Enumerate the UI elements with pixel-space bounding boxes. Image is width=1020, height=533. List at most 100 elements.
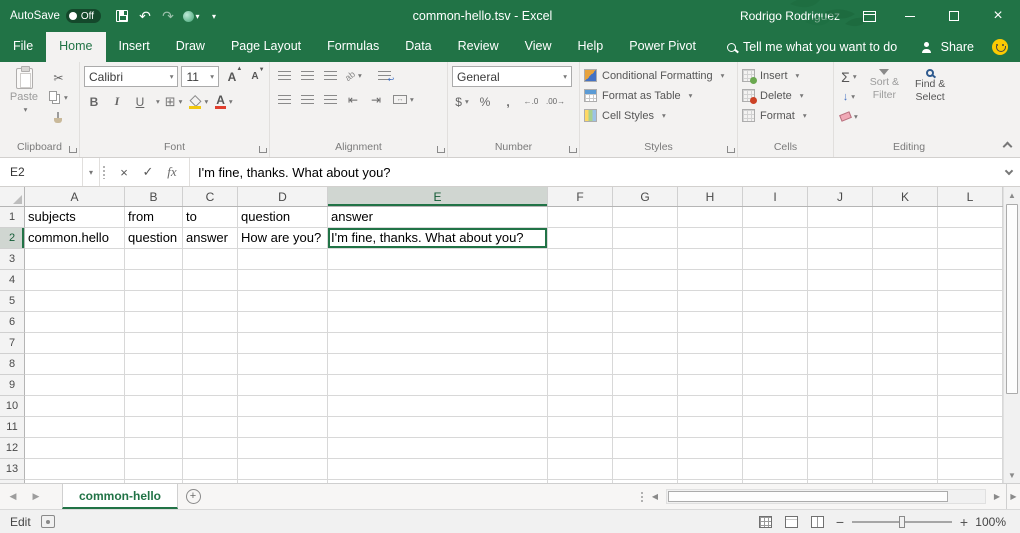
cell-f11[interactable]	[548, 417, 613, 438]
cell-j8[interactable]	[808, 354, 873, 375]
cell-j2[interactable]	[808, 228, 873, 249]
vertical-scrollbar-track[interactable]	[1004, 203, 1020, 467]
autosave-toggle[interactable]: AutoSave Off	[0, 9, 111, 23]
column-header-f[interactable]: F	[548, 187, 613, 206]
cell-f9[interactable]	[548, 375, 613, 396]
cell-k8[interactable]	[873, 354, 938, 375]
cell-j12[interactable]	[808, 438, 873, 459]
cell-l11[interactable]	[938, 417, 1003, 438]
name-box[interactable]: E2 ▾	[0, 158, 100, 186]
sort-filter-button[interactable]: Sort & Filter	[864, 66, 905, 140]
new-sheet-button[interactable]: +	[178, 484, 208, 509]
cell-k3[interactable]	[873, 249, 938, 270]
cell-c6[interactable]	[183, 312, 238, 333]
cell-b10[interactable]	[125, 396, 183, 417]
cell-i7[interactable]	[743, 333, 808, 354]
cell-l1[interactable]	[938, 207, 1003, 228]
cell-i10[interactable]	[743, 396, 808, 417]
cell-c1[interactable]: to	[183, 207, 238, 228]
cell-g9[interactable]	[613, 375, 678, 396]
cell-h13[interactable]	[678, 459, 743, 480]
cell-f3[interactable]	[548, 249, 613, 270]
cell-b4[interactable]	[125, 270, 183, 291]
page-layout-view-button[interactable]	[778, 510, 804, 533]
next-sheet-button[interactable]: ▶	[26, 484, 46, 509]
cell-i1[interactable]	[743, 207, 808, 228]
font-dialog-launcher[interactable]	[259, 146, 266, 153]
cell-j7[interactable]	[808, 333, 873, 354]
scroll-up-button[interactable]: ▲	[1004, 187, 1020, 203]
delete-cells-button[interactable]: Delete ▾	[742, 86, 829, 105]
cell-l4[interactable]	[938, 270, 1003, 291]
tab-page-layout[interactable]: Page Layout	[218, 32, 314, 62]
number-format-select[interactable]: General ▾	[452, 66, 572, 87]
cell-g4[interactable]	[613, 270, 678, 291]
cell-j13[interactable]	[808, 459, 873, 480]
cell-j9[interactable]	[808, 375, 873, 396]
cell-i9[interactable]	[743, 375, 808, 396]
cell-i14[interactable]	[743, 480, 808, 483]
column-header-a[interactable]: A	[25, 187, 125, 206]
cell-h12[interactable]	[678, 438, 743, 459]
cell-f8[interactable]	[548, 354, 613, 375]
cell-e9[interactable]	[328, 375, 548, 396]
cell-f14[interactable]	[548, 480, 613, 483]
cell-k1[interactable]	[873, 207, 938, 228]
cell-k4[interactable]	[873, 270, 938, 291]
cell-i2[interactable]	[743, 228, 808, 249]
cell-b5[interactable]	[125, 291, 183, 312]
cell-b13[interactable]	[125, 459, 183, 480]
previous-sheet-button[interactable]: ◀	[0, 484, 26, 509]
cell-e1[interactable]: answer	[328, 207, 548, 228]
format-as-table-button[interactable]: Format as Table ▾	[584, 86, 733, 105]
cell-g12[interactable]	[613, 438, 678, 459]
share-button[interactable]: Share	[921, 32, 974, 62]
format-painter-button[interactable]	[47, 108, 70, 127]
cell-b9[interactable]	[125, 375, 183, 396]
cell-c7[interactable]	[183, 333, 238, 354]
alignment-dialog-launcher[interactable]	[437, 146, 444, 153]
cell-l13[interactable]	[938, 459, 1003, 480]
tab-home[interactable]: Home	[46, 32, 105, 62]
cell-d2[interactable]: How are you?	[238, 228, 328, 249]
cell-e10[interactable]	[328, 396, 548, 417]
cell-c13[interactable]	[183, 459, 238, 480]
cell-b3[interactable]	[125, 249, 183, 270]
cell-j11[interactable]	[808, 417, 873, 438]
decrease-decimal-button[interactable]: .00→	[544, 92, 567, 111]
feedback-smiley-button[interactable]	[992, 39, 1008, 55]
cell-d8[interactable]	[238, 354, 328, 375]
tab-file[interactable]: File	[0, 32, 46, 62]
clear-button[interactable]: ▾	[838, 107, 860, 126]
cell-c3[interactable]	[183, 249, 238, 270]
cell-c5[interactable]	[183, 291, 238, 312]
cell-d1[interactable]: question	[238, 207, 328, 228]
collapse-ribbon-button[interactable]	[1003, 142, 1013, 152]
cell-k14[interactable]	[873, 480, 938, 483]
minimize-button[interactable]	[888, 0, 932, 32]
cell-d7[interactable]	[238, 333, 328, 354]
align-left-button[interactable]	[274, 90, 294, 109]
maximize-button[interactable]	[932, 0, 976, 32]
cell-l8[interactable]	[938, 354, 1003, 375]
cell-f7[interactable]	[548, 333, 613, 354]
cell-e8[interactable]	[328, 354, 548, 375]
find-select-button[interactable]: Find & Select	[909, 66, 951, 140]
cell-l9[interactable]	[938, 375, 1003, 396]
cell-a3[interactable]	[25, 249, 125, 270]
cell-g7[interactable]	[613, 333, 678, 354]
cell-i3[interactable]	[743, 249, 808, 270]
column-header-e[interactable]: E	[328, 187, 548, 206]
cell-a4[interactable]	[25, 270, 125, 291]
cell-b14[interactable]	[125, 480, 183, 483]
scroll-left-button[interactable]: ◀	[646, 484, 664, 509]
cell-j3[interactable]	[808, 249, 873, 270]
cell-d12[interactable]	[238, 438, 328, 459]
vertical-scrollbar[interactable]: ▲ ▼	[1003, 187, 1020, 483]
cell-a2[interactable]: common.hello	[25, 228, 125, 249]
font-size-select[interactable]: 11 ▾	[181, 66, 219, 87]
cell-h6[interactable]	[678, 312, 743, 333]
cell-g10[interactable]	[613, 396, 678, 417]
cell-g1[interactable]	[613, 207, 678, 228]
cell-i12[interactable]	[743, 438, 808, 459]
